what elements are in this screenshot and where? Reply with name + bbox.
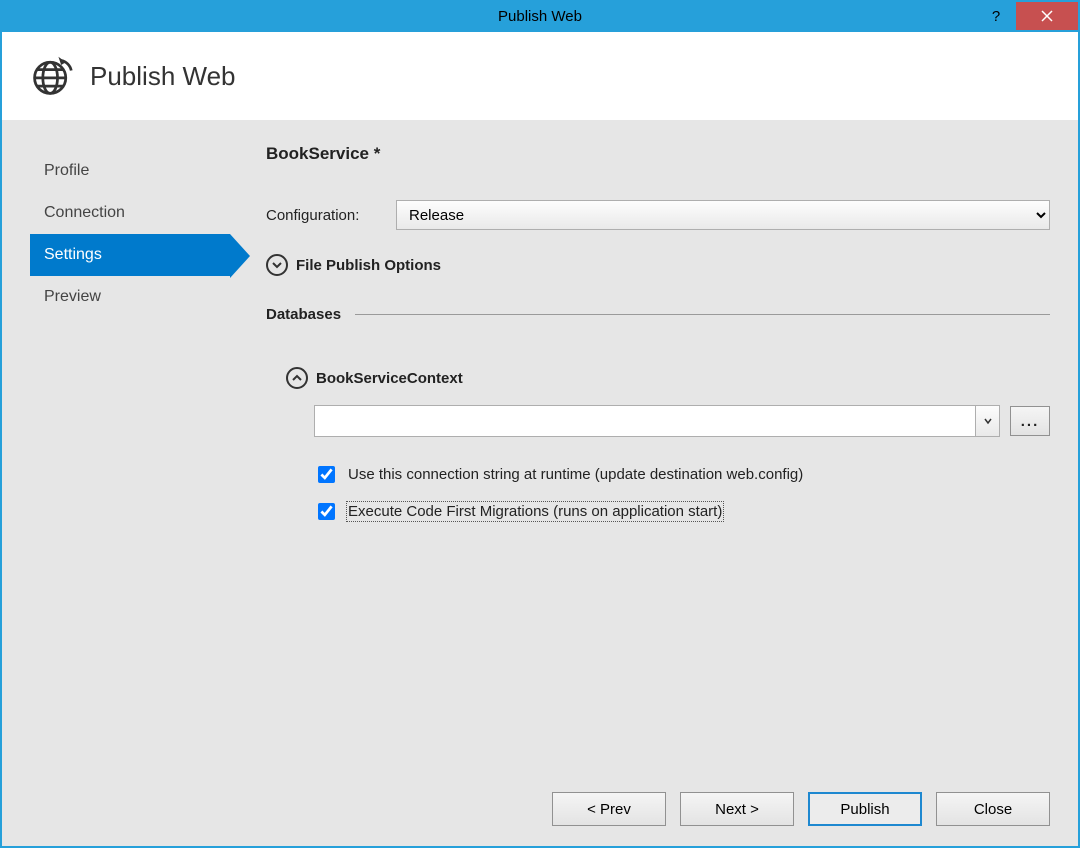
configuration-select[interactable]: Release (396, 200, 1050, 230)
profile-name: BookService * (266, 144, 1050, 164)
file-publish-options-expander[interactable]: File Publish Options (266, 254, 1050, 276)
dialog-footer: < Prev Next > Publish Close (2, 774, 1078, 846)
database-context-expander[interactable]: BookServiceContext (286, 367, 1050, 389)
connection-string-browse-button[interactable]: ... (1010, 406, 1050, 436)
help-button[interactable]: ? (976, 2, 1016, 30)
window-title: Publish Web (2, 2, 1078, 32)
dialog-body: Profile Connection Settings Preview Book… (2, 120, 1078, 774)
dialog-header: Publish Web (2, 32, 1078, 120)
connection-string-row: ... (286, 405, 1050, 437)
use-runtime-connection-checkbox[interactable] (318, 466, 335, 483)
databases-section: Databases (266, 306, 1050, 323)
publish-web-icon (30, 54, 74, 98)
titlebar: Publish Web ? (2, 2, 1078, 32)
chevron-down-icon (984, 417, 992, 425)
connection-string-input[interactable] (315, 406, 975, 436)
close-icon (1041, 10, 1053, 22)
nav-item-profile[interactable]: Profile (30, 150, 230, 192)
databases-label: Databases (266, 306, 341, 323)
configuration-row: Configuration: Release (266, 200, 1050, 230)
code-first-migrations-checkbox[interactable] (318, 503, 335, 520)
use-runtime-connection-row: Use this connection string at runtime (u… (286, 463, 1050, 486)
nav-label: Connection (44, 204, 125, 221)
wizard-nav: Profile Connection Settings Preview (30, 144, 230, 774)
database-context-block: BookServiceContext ... Use this (266, 367, 1050, 523)
nav-item-settings[interactable]: Settings (30, 234, 230, 276)
file-publish-options-label: File Publish Options (296, 257, 441, 274)
configuration-label: Configuration: (266, 207, 396, 224)
section-divider (355, 314, 1050, 315)
next-button[interactable]: Next > (680, 792, 794, 826)
combobox-dropdown-button[interactable] (975, 406, 999, 436)
nav-label: Preview (44, 288, 101, 305)
close-button[interactable]: Close (936, 792, 1050, 826)
prev-button[interactable]: < Prev (552, 792, 666, 826)
settings-panel: BookService * Configuration: Release Fil… (266, 144, 1050, 774)
nav-label: Settings (44, 246, 102, 263)
connection-string-combobox[interactable] (314, 405, 1000, 437)
nav-item-connection[interactable]: Connection (30, 192, 230, 234)
nav-item-preview[interactable]: Preview (30, 276, 230, 318)
code-first-migrations-label: Execute Code First Migrations (runs on a… (348, 503, 722, 520)
chevron-up-icon (286, 367, 308, 389)
ellipsis-icon: ... (1021, 413, 1040, 430)
publish-button[interactable]: Publish (808, 792, 922, 826)
window-controls: ? (976, 2, 1078, 32)
dialog-title: Publish Web (90, 61, 236, 92)
code-first-migrations-row: Execute Code First Migrations (runs on a… (286, 500, 1050, 523)
publish-web-dialog: Publish Web ? Publish Web (0, 0, 1080, 848)
window-close-button[interactable] (1016, 2, 1078, 30)
chevron-down-icon (266, 254, 288, 276)
database-context-name: BookServiceContext (316, 370, 463, 387)
nav-label: Profile (44, 162, 89, 179)
help-icon: ? (992, 8, 1000, 25)
use-runtime-connection-label: Use this connection string at runtime (u… (348, 466, 803, 483)
